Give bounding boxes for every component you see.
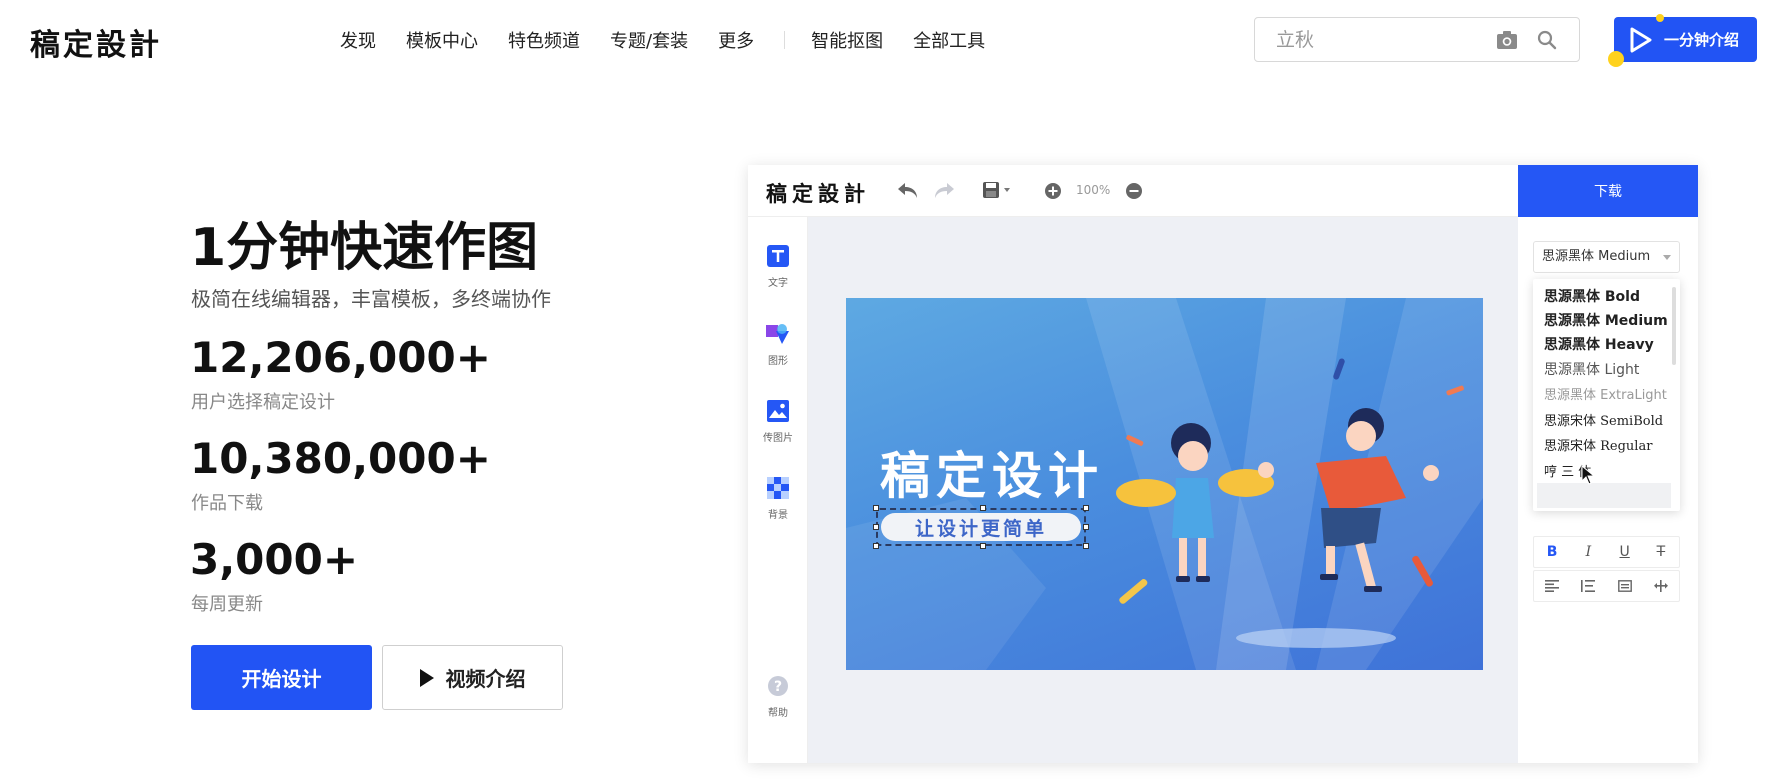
tool-upload-image[interactable]: 传图片 xyxy=(748,400,808,444)
resize-handle[interactable] xyxy=(1083,543,1089,549)
editor-canvas[interactable]: 稿定设计 让设计更简单 xyxy=(808,217,1518,763)
tool-shape-label: 图形 xyxy=(768,356,788,367)
play-icon xyxy=(1630,27,1652,53)
font-option[interactable]: 思源黑体 Bold xyxy=(1544,286,1640,306)
resize-handle[interactable] xyxy=(980,543,986,549)
artboard-selected-text[interactable]: 让设计更简单 xyxy=(873,505,1089,549)
menu-item-smart-cutout[interactable]: 智能抠图 xyxy=(811,27,883,53)
stat-weekly-label: 每周更新 xyxy=(191,594,263,615)
help-icon: ? xyxy=(768,676,788,696)
hero-title: 1分钟快速作图 xyxy=(190,218,539,278)
artboard-title-text[interactable]: 稿定设计 xyxy=(880,436,1104,508)
decor-dot xyxy=(1608,51,1624,67)
stat-weekly-number: 3,000+ xyxy=(190,535,359,584)
font-option[interactable]: 思源黑体 Light xyxy=(1544,359,1639,379)
menu-item-templates[interactable]: 模板中心 xyxy=(406,27,478,53)
underline-button[interactable]: U xyxy=(1611,544,1639,560)
stat-downloads-label: 作品下载 xyxy=(191,493,263,514)
download-button[interactable]: 下载 xyxy=(1518,165,1698,217)
tool-background[interactable]: 背景 xyxy=(748,477,808,521)
align-left-icon[interactable] xyxy=(1545,580,1560,592)
menu-item-topics[interactable]: 专题/套装 xyxy=(610,27,688,53)
font-option[interactable]: 思源宋体 Regular xyxy=(1544,435,1652,454)
tool-upload-label: 传图片 xyxy=(763,433,793,444)
bold-button[interactable]: B xyxy=(1538,544,1566,560)
main-menu: 发现 模板中心 特色频道 专题/套装 更多 智能抠图 全部工具 xyxy=(340,27,1015,53)
video-intro-button[interactable]: 视频介绍 xyxy=(382,645,563,710)
svg-text:?: ? xyxy=(774,679,782,695)
editor-left-rail: 文字 图形 传图片 背景 ? 帮助 xyxy=(748,217,808,763)
search-icon[interactable] xyxy=(1537,30,1557,50)
resize-handle[interactable] xyxy=(1083,505,1089,511)
font-option[interactable]: 思源黑体 Heavy xyxy=(1544,334,1654,354)
tool-background-label: 背景 xyxy=(768,510,788,521)
save-icon[interactable] xyxy=(982,181,1014,199)
background-icon xyxy=(767,477,789,499)
tool-help[interactable]: ? 帮助 xyxy=(748,675,808,719)
design-artboard[interactable]: 稿定设计 让设计更简单 xyxy=(846,298,1483,670)
font-family-select[interactable]: 思源黑体 Medium xyxy=(1533,241,1680,273)
menu-item-discover[interactable]: 发现 xyxy=(340,27,376,53)
stat-downloads-number: 10,380,000+ xyxy=(190,434,491,483)
resize-handle[interactable] xyxy=(980,505,986,511)
decor-dot xyxy=(1656,14,1664,22)
artboard-subtitle-text: 让设计更简单 xyxy=(881,513,1081,541)
zoom-in-icon[interactable] xyxy=(1044,182,1062,200)
resize-handle[interactable] xyxy=(873,505,879,511)
zoom-level: 100% xyxy=(1076,183,1111,197)
stat-users-number: 12,206,000+ xyxy=(190,333,491,382)
text-align-toolbar xyxy=(1533,570,1680,602)
play-icon xyxy=(419,668,434,687)
cursor-icon xyxy=(1581,465,1595,485)
font-option[interactable]: 思源黑体 ExtraLight xyxy=(1544,384,1667,403)
image-icon xyxy=(767,400,789,422)
resize-handle[interactable] xyxy=(1083,524,1089,530)
editor-logo: 稿定設計 xyxy=(766,182,870,206)
tool-shape[interactable]: 图形 xyxy=(748,323,808,367)
search-input[interactable] xyxy=(1255,18,1485,61)
font-select-value: 思源黑体 Medium xyxy=(1542,249,1651,264)
editor-right-panel: 思源黑体 Medium 思源黑体 Bold 思源黑体 Medium 思源黑体 H… xyxy=(1518,217,1698,763)
shape-icon xyxy=(766,324,789,344)
resize-handle[interactable] xyxy=(873,543,879,549)
line-spacing-icon[interactable] xyxy=(1581,580,1596,592)
site-logo[interactable]: 稿定設計 xyxy=(30,20,162,64)
video-intro-label: 视频介绍 xyxy=(445,667,526,691)
font-list-scrollbar[interactable] xyxy=(1672,287,1676,365)
resize-handle[interactable] xyxy=(873,524,879,530)
zoom-out-icon[interactable] xyxy=(1125,182,1143,200)
tool-text-label: 文字 xyxy=(768,278,788,289)
font-option[interactable]: 思源宋体 SemiBold xyxy=(1544,410,1663,429)
search-box xyxy=(1254,17,1580,62)
text-style-toolbar: B I U T xyxy=(1533,536,1680,568)
font-option[interactable]: 思源黑体 Medium xyxy=(1544,310,1668,330)
tool-help-label: 帮助 xyxy=(768,708,788,719)
text-icon xyxy=(767,245,789,267)
stat-users-label: 用户选择稿定设计 xyxy=(191,392,335,413)
redo-icon[interactable] xyxy=(932,179,956,201)
menu-item-channels[interactable]: 特色频道 xyxy=(508,27,580,53)
intro-button-label: 一分钟介绍 xyxy=(1664,31,1740,49)
italic-button[interactable]: I xyxy=(1574,544,1602,560)
letter-spacing-icon[interactable] xyxy=(1653,580,1668,592)
menu-divider xyxy=(784,31,786,49)
editor-preview: 稿定設計 100% 下载 文字 图形 传图片 背景 ? 帮助 稿定设计 让设计更… xyxy=(748,165,1698,763)
font-dropdown-list: 思源黑体 Bold 思源黑体 Medium 思源黑体 Heavy 思源黑体 Li… xyxy=(1533,279,1680,511)
top-nav: 稿定設計 发现 模板中心 特色频道 专题/套装 更多 智能抠图 全部工具 一分钟… xyxy=(0,0,1786,80)
undo-icon[interactable] xyxy=(896,179,920,201)
text-box-icon[interactable] xyxy=(1617,580,1632,592)
menu-item-more[interactable]: 更多 xyxy=(718,27,754,53)
font-list-hover-highlight xyxy=(1537,483,1671,508)
start-design-button[interactable]: 开始设计 xyxy=(191,645,372,710)
chevron-down-icon xyxy=(1663,255,1671,260)
one-minute-intro-button[interactable]: 一分钟介绍 xyxy=(1608,14,1757,67)
strikethrough-button[interactable]: T xyxy=(1647,544,1675,560)
menu-item-all-tools[interactable]: 全部工具 xyxy=(913,27,985,53)
hero-subtitle: 极简在线编辑器，丰富模板，多终端协作 xyxy=(191,287,551,311)
editor-toolbar: 稿定設計 100% xyxy=(748,165,1518,217)
tool-text[interactable]: 文字 xyxy=(748,245,808,289)
camera-icon[interactable] xyxy=(1496,30,1518,50)
